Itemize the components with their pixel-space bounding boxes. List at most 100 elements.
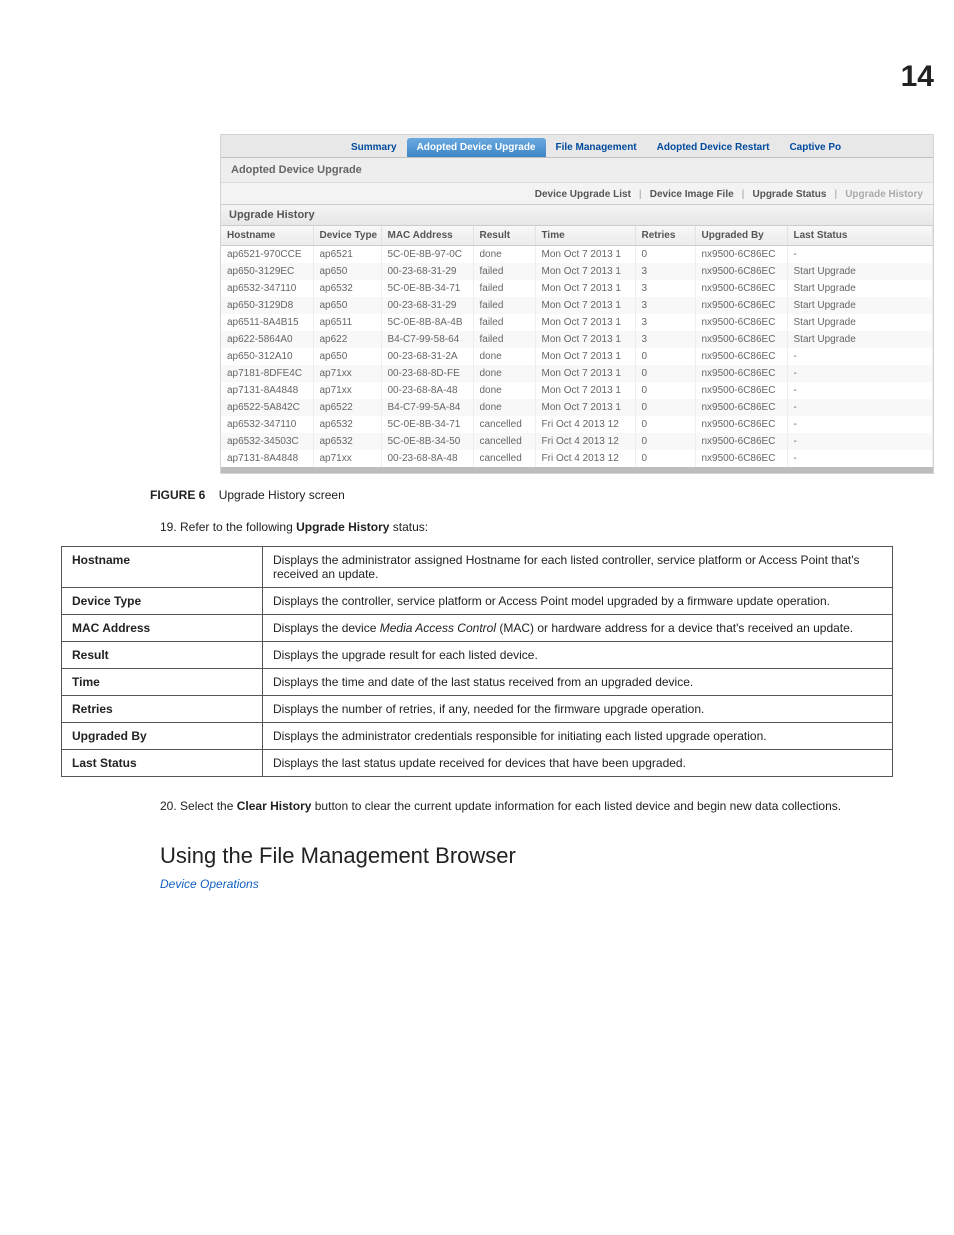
table-row[interactable]: ap6532-347110ap65325C-0E-8B-34-71cancell… [221, 416, 933, 433]
cell-by: nx9500-6C86EC [695, 416, 787, 433]
cell-time: Mon Oct 7 2013 1 [535, 365, 635, 382]
tab-summary[interactable]: Summary [341, 138, 407, 157]
col-header[interactable]: Last Status [787, 226, 933, 246]
tab-adopted-device-upgrade[interactable]: Adopted Device Upgrade [407, 138, 546, 157]
col-header[interactable]: Upgraded By [695, 226, 787, 246]
cell-by: nx9500-6C86EC [695, 382, 787, 399]
table-row[interactable]: ap7131-8A4848ap71xx00-23-68-8A-48cancell… [221, 450, 933, 467]
cell-retries: 3 [635, 263, 695, 280]
cell-result: failed [473, 331, 535, 348]
table-row[interactable]: ap7181-8DFE4Cap71xx00-23-68-8D-FEdoneMon… [221, 365, 933, 382]
cell-time: Mon Oct 7 2013 1 [535, 382, 635, 399]
subtab-device-upgrade-list[interactable]: Device Upgrade List [535, 189, 631, 200]
cell-mac: 00-23-68-8D-FE [381, 365, 473, 382]
desc-key: Last Status [62, 750, 263, 777]
cell-mac: 5C-0E-8B-34-50 [381, 433, 473, 450]
desc-row: ResultDisplays the upgrade result for ea… [62, 642, 893, 669]
cell-hostname: ap6532-34503C [221, 433, 313, 450]
cell-last: Start Upgrade [787, 280, 933, 297]
cell-mac: 00-23-68-31-29 [381, 297, 473, 314]
cell-by: nx9500-6C86EC [695, 263, 787, 280]
col-header[interactable]: Hostname [221, 226, 313, 246]
cell-device: ap650 [313, 348, 381, 365]
cell-last: Start Upgrade [787, 314, 933, 331]
cell-hostname: ap7131-8A4848 [221, 450, 313, 467]
cell-result: failed [473, 280, 535, 297]
cell-by: nx9500-6C86EC [695, 297, 787, 314]
cell-mac: 5C-0E-8B-8A-4B [381, 314, 473, 331]
step-20: 20. Select the Clear History button to c… [160, 799, 934, 813]
table-row[interactable]: ap650-3129ECap65000-23-68-31-29failedMon… [221, 263, 933, 280]
cell-mac: B4-C7-99-58-64 [381, 331, 473, 348]
cell-result: done [473, 365, 535, 382]
cell-time: Mon Oct 7 2013 1 [535, 297, 635, 314]
desc-row: RetriesDisplays the number of retries, i… [62, 696, 893, 723]
cell-by: nx9500-6C86EC [695, 399, 787, 416]
desc-row: TimeDisplays the time and date of the la… [62, 669, 893, 696]
cell-time: Fri Oct 4 2013 12 [535, 416, 635, 433]
cell-retries: 3 [635, 331, 695, 348]
cell-by: nx9500-6C86EC [695, 348, 787, 365]
table-row[interactable]: ap6511-8A4B15ap65115C-0E-8B-8A-4BfailedM… [221, 314, 933, 331]
desc-val: Displays the last status update received… [263, 750, 893, 777]
cell-time: Mon Oct 7 2013 1 [535, 348, 635, 365]
tab-captive-portal[interactable]: Captive Po [779, 138, 851, 157]
col-header[interactable]: MAC Address [381, 226, 473, 246]
col-header[interactable]: Time [535, 226, 635, 246]
table-caption: Upgrade History [221, 204, 933, 226]
cell-retries: 3 [635, 297, 695, 314]
cell-hostname: ap650-312A10 [221, 348, 313, 365]
cell-last: - [787, 365, 933, 382]
table-row[interactable]: ap7131-8A4848ap71xx00-23-68-8A-48doneMon… [221, 382, 933, 399]
cell-retries: 0 [635, 365, 695, 382]
cell-retries: 3 [635, 314, 695, 331]
cell-mac: 00-23-68-8A-48 [381, 450, 473, 467]
table-row[interactable]: ap6532-347110ap65325C-0E-8B-34-71failedM… [221, 280, 933, 297]
cell-result: done [473, 382, 535, 399]
cell-result: failed [473, 297, 535, 314]
table-row[interactable]: ap650-312A10ap65000-23-68-31-2AdoneMon O… [221, 348, 933, 365]
desc-key: Retries [62, 696, 263, 723]
tab-adopted-device-restart[interactable]: Adopted Device Restart [647, 138, 780, 157]
section-heading: Using the File Management Browser [160, 843, 934, 869]
panel-title: Adopted Device Upgrade [221, 158, 933, 183]
desc-row: MAC AddressDisplays the device Media Acc… [62, 615, 893, 642]
subtab-device-image-file[interactable]: Device Image File [650, 189, 734, 200]
cell-hostname: ap622-5864A0 [221, 331, 313, 348]
cell-time: Mon Oct 7 2013 1 [535, 280, 635, 297]
col-header[interactable]: Retries [635, 226, 695, 246]
scrollbar-track[interactable] [221, 467, 933, 473]
table-row[interactable]: ap6522-5A842Cap6522B4-C7-99-5A-84doneMon… [221, 399, 933, 416]
device-operations-link[interactable]: Device Operations [160, 877, 934, 891]
tab-file-management[interactable]: File Management [546, 138, 647, 157]
desc-key: Upgraded By [62, 723, 263, 750]
cell-by: nx9500-6C86EC [695, 331, 787, 348]
subtab-upgrade-status[interactable]: Upgrade Status [752, 189, 826, 200]
sub-tabs: Device Upgrade List| Device Image File| … [221, 183, 933, 204]
cell-device: ap6532 [313, 280, 381, 297]
subtab-upgrade-history[interactable]: Upgrade History [845, 189, 923, 200]
description-table: HostnameDisplays the administrator assig… [61, 546, 893, 777]
table-row[interactable]: ap6521-970CCEap65215C-0E-8B-97-0CdoneMon… [221, 246, 933, 264]
cell-last: Start Upgrade [787, 331, 933, 348]
cell-result: done [473, 348, 535, 365]
table-row[interactable]: ap622-5864A0ap622B4-C7-99-58-64failedMon… [221, 331, 933, 348]
cell-time: Mon Oct 7 2013 1 [535, 331, 635, 348]
cell-retries: 0 [635, 450, 695, 467]
cell-hostname: ap6521-970CCE [221, 246, 313, 264]
desc-val: Displays the administrator credentials r… [263, 723, 893, 750]
desc-val: Displays the time and date of the last s… [263, 669, 893, 696]
cell-result: done [473, 399, 535, 416]
cell-result: cancelled [473, 433, 535, 450]
cell-last: - [787, 399, 933, 416]
table-row[interactable]: ap6532-34503Cap65325C-0E-8B-34-50cancell… [221, 433, 933, 450]
col-header[interactable]: Result [473, 226, 535, 246]
figure-caption: FIGURE 6 Upgrade History screen [150, 488, 934, 502]
cell-last: Start Upgrade [787, 263, 933, 280]
cell-mac: 5C-0E-8B-97-0C [381, 246, 473, 264]
cell-retries: 0 [635, 382, 695, 399]
table-row[interactable]: ap650-3129D8ap65000-23-68-31-29failedMon… [221, 297, 933, 314]
col-header[interactable]: Device Type [313, 226, 381, 246]
cell-retries: 0 [635, 246, 695, 264]
cell-time: Mon Oct 7 2013 1 [535, 263, 635, 280]
